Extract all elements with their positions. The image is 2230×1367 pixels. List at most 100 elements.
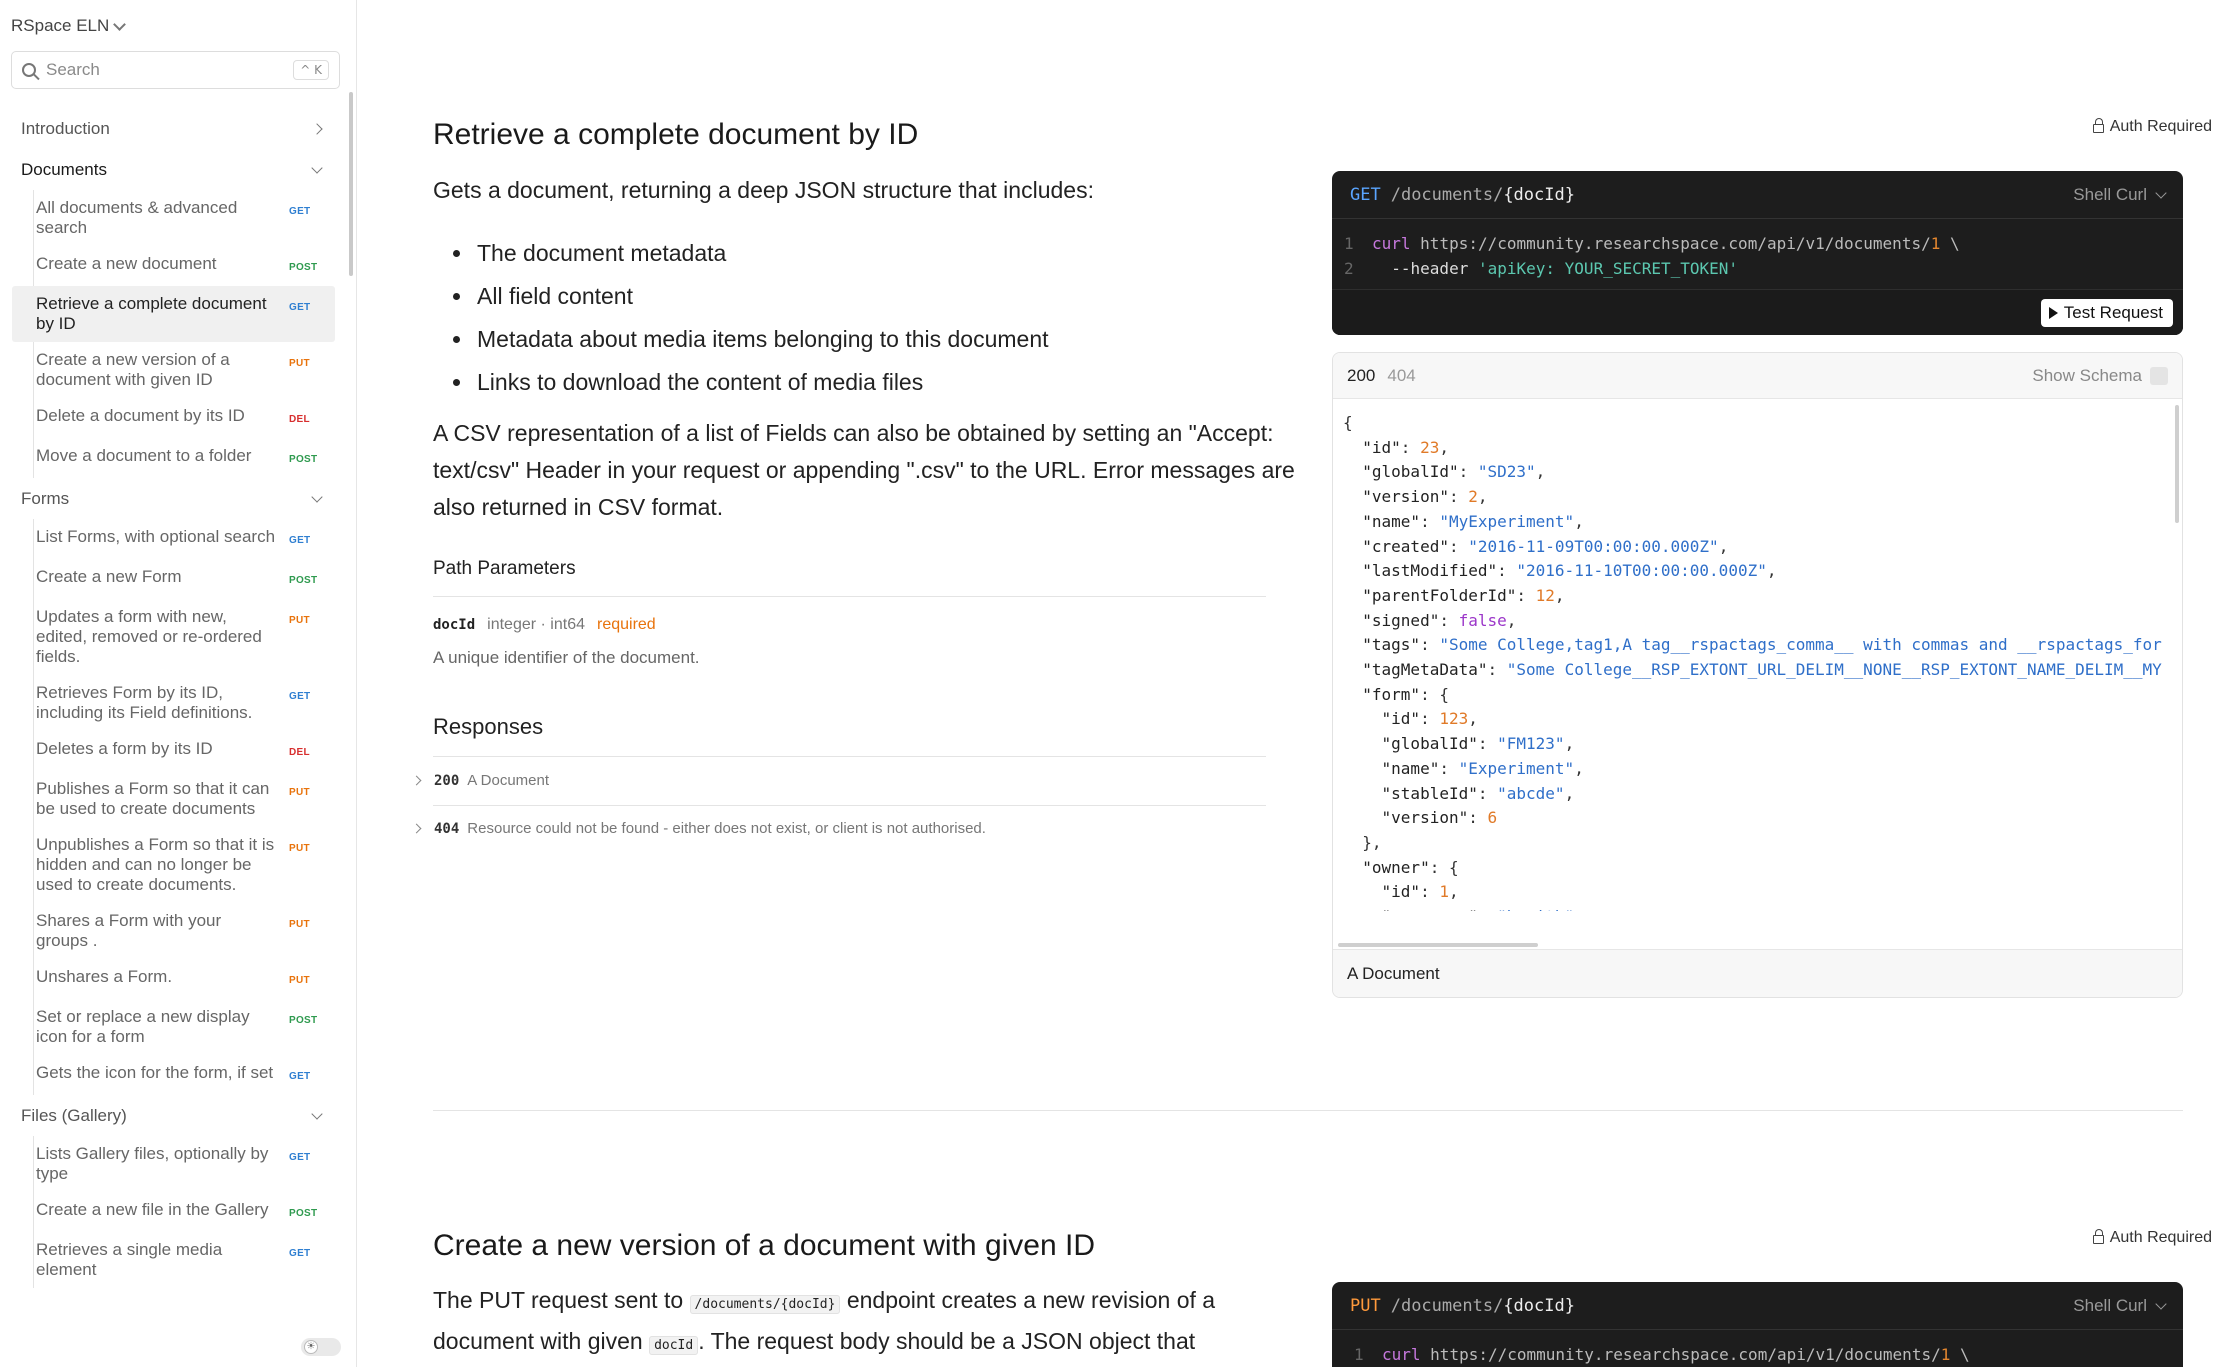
sidebar-group: Lists Gallery files, optionally by type G… <box>33 1136 335 1288</box>
csv-note: A CSV representation of a list of Fields… <box>433 415 1313 526</box>
sidebar-item[interactable]: Publishes a Form so that it can be used … <box>12 771 335 827</box>
divider <box>433 756 1266 757</box>
auth-required-badge: Auth Required <box>2092 1229 2212 1247</box>
response-404-row[interactable]: 404 Resource could not be found - either… <box>411 820 986 837</box>
method-badge: PUT <box>289 975 310 986</box>
method-badge: GET <box>289 535 311 546</box>
sidebar-item[interactable]: Unshares a Form. PUT <box>12 959 335 999</box>
auth-label: Auth Required <box>2109 1229 2212 1246</box>
chevron-down-icon <box>113 17 127 31</box>
sidebar-item-label: All documents & advanced search <box>36 198 238 237</box>
sidebar-item[interactable]: Unpublishes a Form so that it is hidden … <box>12 827 335 903</box>
search-shortcut: ^ K <box>293 60 329 80</box>
chevron-down-icon <box>311 490 323 503</box>
search-input[interactable]: Search ^ K <box>11 51 340 89</box>
sidebar-item[interactable]: Gets the icon for the form, if set GET <box>12 1055 335 1095</box>
chevron-right-icon <box>311 122 323 135</box>
theme-toggle[interactable]: ☀ <box>301 1338 341 1356</box>
json-line: "form": { <box>1362 684 1449 704</box>
play-icon <box>2048 307 2058 319</box>
json-line: }, <box>1343 832 1382 852</box>
list-item: Links to download the content of media f… <box>433 361 1049 404</box>
sidebar-item-label: Updates a form with new, edited, removed… <box>36 607 262 666</box>
sidebar-item[interactable]: Create a new Form POST <box>12 559 335 599</box>
lock-icon <box>2092 1229 2104 1244</box>
sidebar-item[interactable]: Deletes a form by its ID DEL <box>12 731 335 771</box>
sidebar-item[interactable]: Retrieves a single media element GET <box>12 1232 335 1288</box>
brand-switcher[interactable]: RSpace ELN <box>11 16 127 36</box>
tab-404[interactable]: 404 <box>1387 366 1415 386</box>
sidebar-item[interactable]: Retrieve a complete document by ID GET <box>12 286 335 342</box>
sidebar-item[interactable]: All documents & advanced search GET <box>12 190 335 246</box>
checkbox[interactable] <box>2150 366 2168 385</box>
responses-heading: Responses <box>433 714 544 739</box>
sidebar-item-label: Gets the icon for the form, if set <box>36 1063 274 1082</box>
sidebar-item[interactable]: List Forms, with optional search GET <box>12 519 335 559</box>
sidebar-item[interactable]: Lists Gallery files, optionally by type G… <box>12 1136 335 1192</box>
sidebar-item-label: Unpublishes a Form so that it is hidden … <box>36 835 275 894</box>
language-selector[interactable]: Shell Curl <box>2073 185 2167 205</box>
sidebar-group: List Forms, with optional search GET Creat… <box>33 519 335 1095</box>
method-badge: DEL <box>289 747 310 758</box>
json-line: "created": "2016-11-09T00:00:00.000Z", <box>1362 536 1729 556</box>
sidebar-item[interactable]: Create a new file in the Gallery POST <box>12 1192 335 1232</box>
param-description: A unique identifier of the document. <box>433 648 700 667</box>
sidebar-item-label: Create a new document <box>36 254 217 273</box>
method-badge: GET <box>289 206 311 217</box>
json-horizontal-scrollbar[interactable] <box>1338 943 1538 947</box>
response-200-row[interactable]: 200 A Document <box>411 772 549 789</box>
http-method: GET <box>1350 184 1381 205</box>
sidebar-item[interactable]: Move a document to a folder POST <box>12 438 335 478</box>
sidebar-item-label: Retrieve a complete document by ID <box>36 294 267 333</box>
sidebar-item[interactable]: Set or replace a new display icon for a … <box>12 999 335 1055</box>
list-item: Metadata about media items belonging to … <box>433 318 1049 361</box>
request-header: PUT /documents/{docId} Shell Curl <box>1332 1282 2183 1330</box>
sidebar-item[interactable]: Delete a document by its ID DEL <box>12 398 335 438</box>
sidebar-section-label: Files (Gallery) <box>21 1105 127 1125</box>
json-line: "parentFolderId": 12, <box>1362 585 1565 605</box>
sidebar-scrollbar[interactable] <box>349 92 353 276</box>
test-request-button[interactable]: Test Request <box>2040 299 2173 327</box>
json-line: "signed": false, <box>1362 610 1517 630</box>
response-tabs: 200 404 Show Schema <box>1333 353 2182 399</box>
json-line: "tags": "Some College,tag1,A tag__rspact… <box>1362 635 2162 655</box>
sidebar-item-label: Create a new file in the Gallery <box>36 1200 269 1219</box>
method-badge: GET <box>289 302 311 313</box>
request-code: 1 curl https://community.researchspace.c… <box>1332 1330 2183 1367</box>
response-footer: A Document <box>1333 949 2182 997</box>
sidebar-item[interactable]: Create a new document POST <box>12 246 335 286</box>
method-badge: PUT <box>289 615 310 626</box>
sidebar-section-forms[interactable]: Forms <box>11 478 335 519</box>
csv-note-line: A CSV representation of a list of Fields… <box>433 420 1274 446</box>
request-footer: Test Request <box>1332 289 2183 335</box>
endpoint-intro: Gets a document, returning a deep JSON s… <box>433 177 1094 203</box>
sidebar-item[interactable]: Retrieves Form by its ID, including its … <box>12 675 335 731</box>
method-badge: POST <box>289 454 318 465</box>
tab-200[interactable]: 200 <box>1347 366 1375 386</box>
search-icon <box>22 63 36 77</box>
json-vertical-scrollbar[interactable] <box>2175 405 2179 523</box>
request-code-panel: GET /documents/{docId} Shell Curl 1 curl… <box>1332 171 2183 335</box>
sidebar-item-label: Retrieves Form by its ID, including its … <box>36 683 253 722</box>
auth-label: Auth Required <box>2109 118 2212 135</box>
sidebar-nav: Introduction Documents All documents & adv… <box>11 108 335 1288</box>
json-line: "name": "MyExperiment", <box>1362 511 1584 531</box>
sidebar-section-documents[interactable]: Documents <box>11 149 335 190</box>
sidebar-item[interactable]: Updates a form with new, edited, removed… <box>12 599 335 675</box>
method-badge: GET <box>289 691 311 702</box>
show-schema-toggle[interactable]: Show Schema <box>2032 366 2168 386</box>
response-desc: Resource could not be found - either doe… <box>467 820 986 837</box>
sidebar-item[interactable]: Shares a Form with your groups . PUT <box>12 903 335 959</box>
sidebar-item[interactable]: Create a new version of a document with … <box>12 342 335 398</box>
response-code: 404 <box>434 820 460 837</box>
method-badge: POST <box>289 1208 318 1219</box>
chevron-down-icon <box>311 1107 323 1120</box>
path-params-heading: Path Parameters <box>433 558 576 579</box>
divider <box>433 596 1266 597</box>
sidebar-section-introduction[interactable]: Introduction <box>11 108 335 149</box>
sidebar-section-files-gallery[interactable]: Files (Gallery) <box>11 1095 335 1136</box>
param-row: docId integer · int64 required <box>433 616 656 634</box>
sidebar-item-label: Retrieves a single media element <box>36 1240 223 1279</box>
lock-icon <box>2092 118 2104 133</box>
language-selector[interactable]: Shell Curl <box>2073 1296 2167 1316</box>
